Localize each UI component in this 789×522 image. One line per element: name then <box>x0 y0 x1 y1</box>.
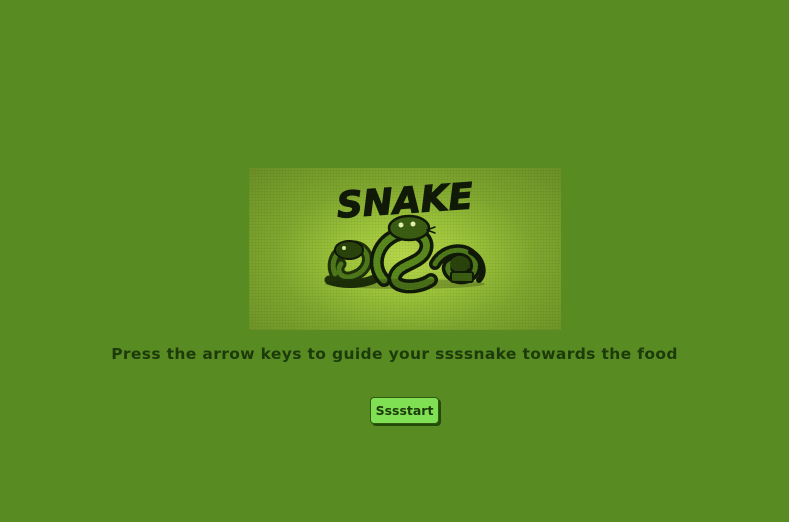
snake-center <box>369 214 438 294</box>
start-screen: SNAKE Press the arrow keys to guide your… <box>0 0 789 522</box>
snake-right <box>429 244 486 285</box>
logo-shadow <box>325 279 485 289</box>
start-button[interactable]: Sssstart <box>370 397 439 424</box>
snake-logo-icon: SNAKE <box>324 176 486 294</box>
instructions-text: Press the arrow keys to guide your ssssn… <box>111 345 678 363</box>
snake-logo-image: SNAKE <box>249 168 561 330</box>
